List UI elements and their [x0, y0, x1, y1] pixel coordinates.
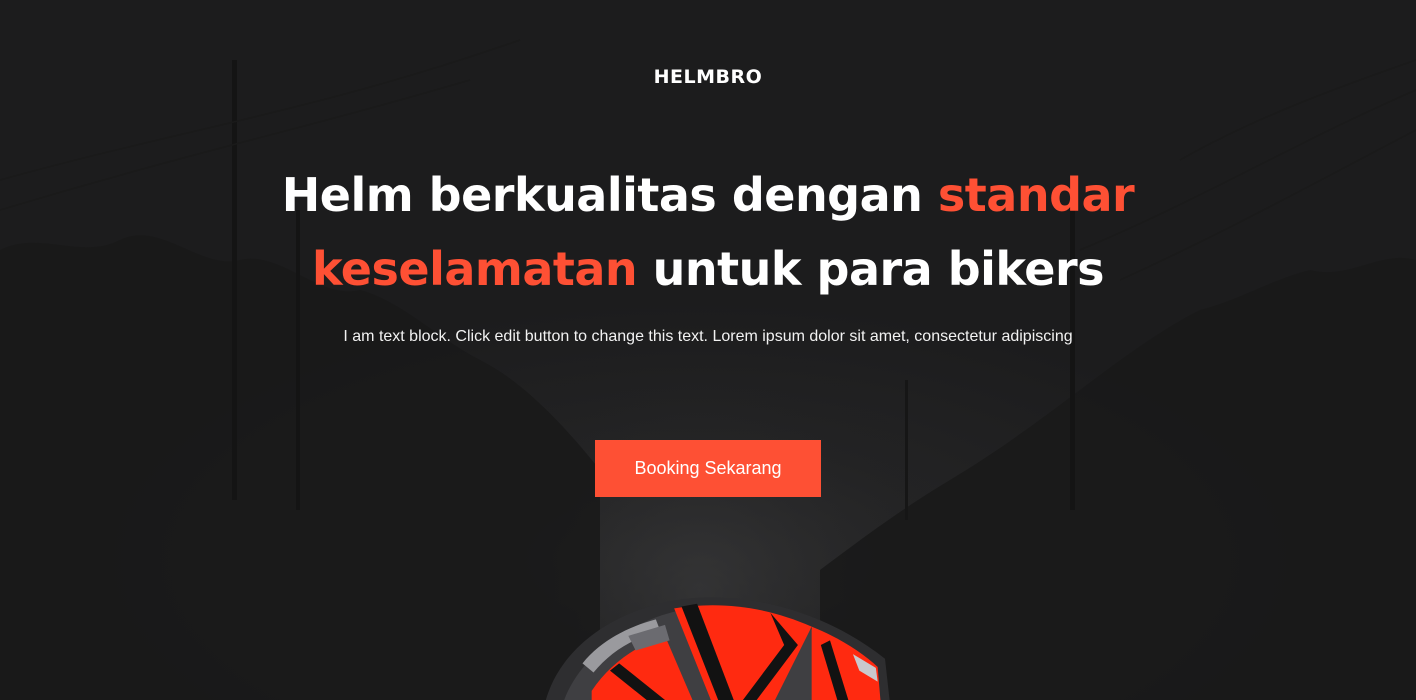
- hero-headline: Helm berkualitas dengan standar keselamat…: [208, 158, 1208, 306]
- headline-text-1: Helm berkualitas dengan: [281, 168, 938, 222]
- headline-text-2: untuk para bikers: [637, 242, 1105, 296]
- headline-accent-2: keselamatan: [311, 242, 638, 296]
- headline-accent-1: standar: [937, 168, 1135, 222]
- motorcycle-helmet-icon: [545, 597, 890, 700]
- brand-logo[interactable]: HELMBRO: [0, 66, 1416, 88]
- booking-button[interactable]: Booking Sekarang: [595, 440, 821, 497]
- hero-section: HELMBRO Helm berkualitas dengan standar k…: [0, 0, 1416, 700]
- hero-subtext: I am text block. Click edit button to ch…: [343, 328, 1073, 345]
